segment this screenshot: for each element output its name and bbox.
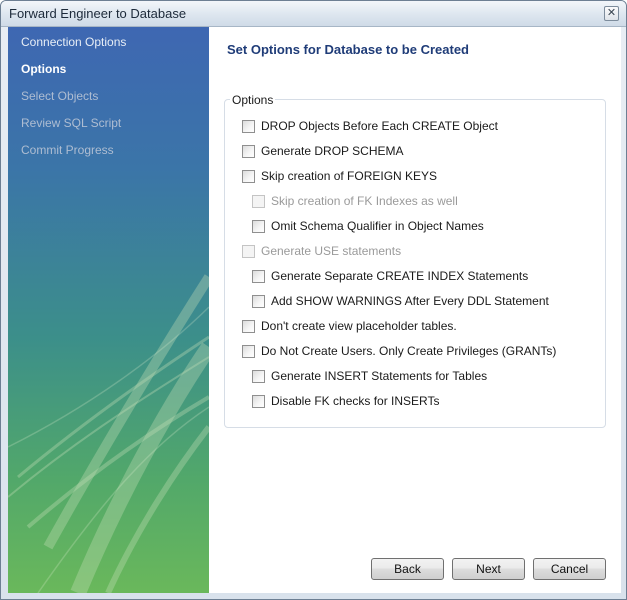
sidebar-item-connection-options: Connection Options: [21, 35, 127, 49]
show-warnings-checkbox[interactable]: Add SHOW WARNINGS After Every DDL Statem…: [252, 293, 549, 309]
option-label: Omit Schema Qualifier in Object Names: [271, 219, 484, 233]
generate-drop-schema-checkbox[interactable]: Generate DROP SCHEMA: [242, 143, 404, 159]
skip-foreign-keys-checkbox[interactable]: Skip creation of FOREIGN KEYS: [242, 168, 437, 184]
checkbox-box[interactable]: [252, 369, 265, 383]
wizard-steps-sidebar: Connection Options Options Select Object…: [8, 27, 209, 593]
options-group-label: Options: [230, 93, 276, 107]
option-label: Generate Separate CREATE INDEX Statement…: [271, 269, 529, 283]
option-label: Generate USE statements: [261, 244, 402, 258]
checkbox-box[interactable]: [242, 119, 255, 133]
skip-fk-indexes-checkbox: Skip creation of FK Indexes as well: [252, 193, 458, 209]
checkbox-box[interactable]: [252, 294, 265, 308]
next-button[interactable]: Next: [452, 558, 525, 580]
option-label: Disable FK checks for INSERTs: [271, 394, 440, 408]
checkbox-box[interactable]: [252, 219, 265, 233]
checkbox-box[interactable]: [242, 144, 255, 158]
checkbox-box[interactable]: [242, 344, 255, 358]
sidebar-item-commit-progress: Commit Progress: [21, 143, 114, 157]
option-label: Generate INSERT Statements for Tables: [271, 369, 488, 383]
option-label: Do Not Create Users. Only Create Privile…: [261, 344, 557, 358]
option-label: Don't create view placeholder tables.: [261, 319, 457, 333]
wizard-window: Forward Engineer to Database ✕ Connectio…: [0, 0, 627, 600]
generate-insert-checkbox[interactable]: Generate INSERT Statements for Tables: [252, 368, 487, 384]
option-label: Add SHOW WARNINGS After Every DDL Statem…: [271, 294, 549, 308]
close-icon[interactable]: ✕: [604, 6, 619, 21]
no-create-users-checkbox[interactable]: Do Not Create Users. Only Create Privile…: [242, 343, 556, 359]
no-view-placeholder-checkbox[interactable]: Don't create view placeholder tables.: [242, 318, 457, 334]
option-label: Skip creation of FOREIGN KEYS: [261, 169, 438, 183]
drop-objects-checkbox[interactable]: DROP Objects Before Each CREATE Object: [242, 118, 498, 134]
main-panel: Set Options for Database to be Created O…: [209, 27, 621, 593]
omit-schema-qualifier-checkbox[interactable]: Omit Schema Qualifier in Object Names: [252, 218, 484, 234]
checkbox-box: [242, 244, 255, 258]
checkbox-box[interactable]: [252, 394, 265, 408]
page-title: Set Options for Database to be Created: [227, 42, 469, 57]
sidebar-item-review-sql-script: Review SQL Script: [21, 116, 122, 130]
title-bar: Forward Engineer to Database ✕: [1, 1, 626, 27]
generate-use-statements-checkbox: Generate USE statements: [242, 243, 401, 259]
checkbox-box[interactable]: [242, 169, 255, 183]
sidebar-item-select-objects: Select Objects: [21, 89, 99, 103]
window-title: Forward Engineer to Database: [9, 6, 187, 21]
checkbox-box[interactable]: [252, 269, 265, 283]
disable-fk-checks-checkbox[interactable]: Disable FK checks for INSERTs: [252, 393, 440, 409]
cancel-button[interactable]: Cancel: [533, 558, 606, 580]
checkbox-box[interactable]: [242, 319, 255, 333]
back-button[interactable]: Back: [371, 558, 444, 580]
option-label: DROP Objects Before Each CREATE Object: [261, 119, 498, 133]
sidebar-item-options: Options: [21, 62, 67, 76]
checkbox-box: [252, 194, 265, 208]
separate-create-index-checkbox[interactable]: Generate Separate CREATE INDEX Statement…: [252, 268, 528, 284]
option-label: Skip creation of FK Indexes as well: [271, 194, 458, 208]
sidebar-decoration: [8, 274, 209, 593]
option-label: Generate DROP SCHEMA: [261, 144, 404, 158]
